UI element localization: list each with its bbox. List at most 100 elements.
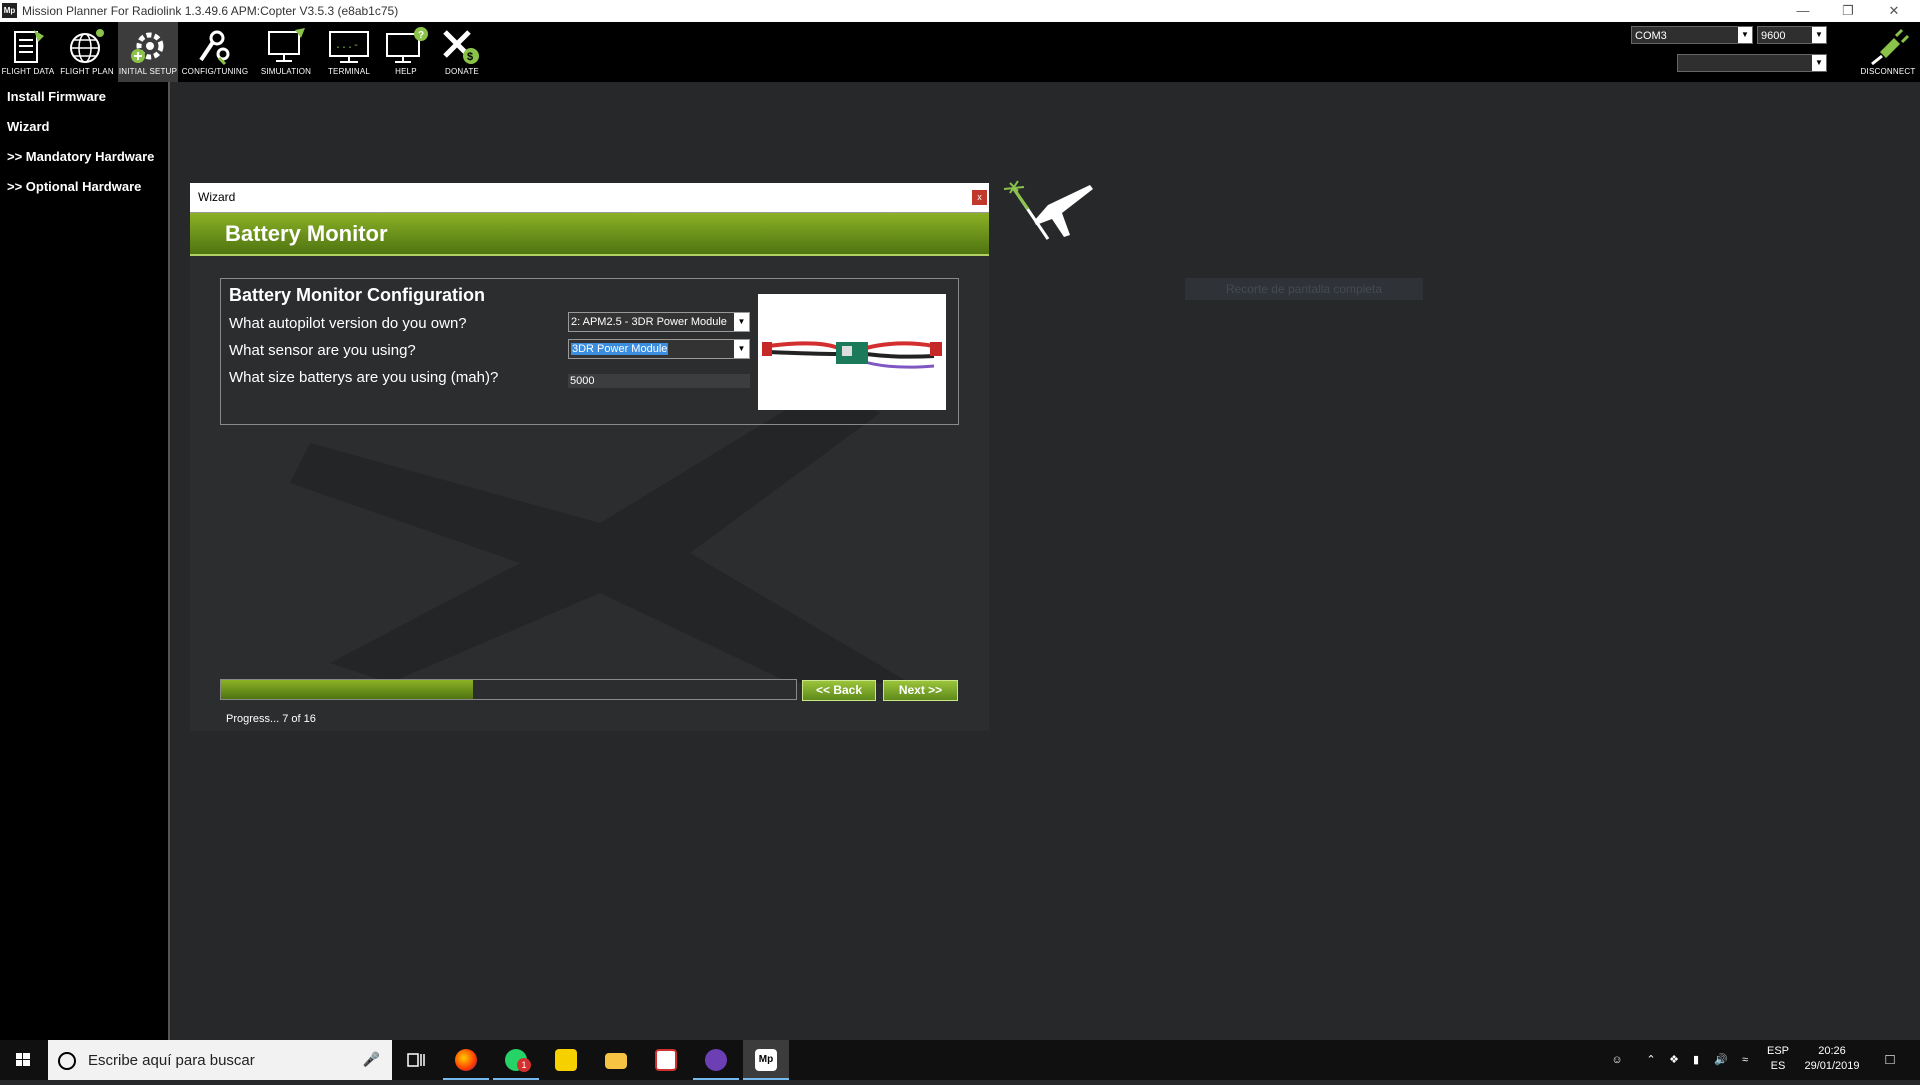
sidebar-item-wizard[interactable]: Wizard bbox=[0, 112, 168, 142]
taskbar-whatsapp[interactable]: 1 bbox=[493, 1040, 539, 1080]
ghost-tooltip: Recorte de pantalla completa bbox=[1185, 278, 1423, 300]
taskbar-search[interactable]: Escribe aquí para buscar 🎤 bbox=[48, 1040, 392, 1080]
taskbar-purple-app[interactable] bbox=[693, 1040, 739, 1080]
power-module-image bbox=[758, 294, 946, 410]
simulation-label: SIMULATION bbox=[260, 67, 312, 76]
minimize-icon[interactable]: — bbox=[1783, 2, 1823, 20]
chevron-down-icon: ▼ bbox=[734, 340, 749, 358]
flight-plan-button[interactable]: FLIGHT PLAN bbox=[58, 22, 116, 82]
start-button[interactable] bbox=[0, 1040, 46, 1080]
volume-icon[interactable]: 🔊 bbox=[1710, 1040, 1732, 1080]
wizard-title-bar: Wizard x bbox=[190, 183, 989, 213]
wizard-window-title: Wizard bbox=[198, 190, 236, 204]
mission-planner-icon: Mp bbox=[755, 1049, 777, 1071]
sidebar-item-optional-hardware[interactable]: >> Optional Hardware bbox=[0, 172, 168, 202]
microphone-icon[interactable]: 🎤 bbox=[363, 1051, 380, 1068]
autopilot-question: What autopilot version do you own? bbox=[229, 315, 467, 332]
setup-sidebar: Install Firmware Wizard >> Mandatory Har… bbox=[0, 82, 170, 1040]
disconnect-label: DISCONNECT bbox=[1860, 67, 1916, 76]
taskbar-sticky-notes[interactable] bbox=[543, 1040, 589, 1080]
progress-fill bbox=[221, 680, 473, 699]
initial-setup-label: INITIAL SETUP bbox=[118, 67, 178, 76]
autopilot-select[interactable]: 2: APM2.5 - 3DR Power Module ▼ bbox=[568, 312, 750, 332]
main-toolbar: FLIGHT DATA FLIGHT PLAN INITIAL SETUP CO… bbox=[0, 22, 1920, 82]
keyboard-layout: ES bbox=[1770, 1060, 1786, 1072]
wizard-header: Battery Monitor bbox=[190, 213, 989, 256]
taskbar-mission-planner[interactable]: Mp bbox=[743, 1040, 789, 1080]
capacity-question: What size batterys are you using (mah)? bbox=[229, 369, 499, 386]
pdf-icon bbox=[655, 1049, 677, 1071]
sensor-question: What sensor are you using? bbox=[229, 342, 416, 359]
sidebar-item-install-firmware[interactable]: Install Firmware bbox=[0, 82, 168, 112]
action-center-icon[interactable]: □ bbox=[1870, 1040, 1910, 1080]
taskbar-file-explorer[interactable] bbox=[593, 1040, 639, 1080]
svg-text:?: ? bbox=[418, 30, 424, 41]
flight-data-icon bbox=[14, 30, 44, 63]
app-logo-icon: Mp bbox=[2, 3, 17, 18]
capacity-input[interactable]: 5000 bbox=[568, 374, 750, 388]
flight-data-button[interactable]: FLIGHT DATA bbox=[0, 22, 56, 82]
config-tuning-label: CONFIG/TUNING bbox=[181, 67, 249, 76]
flight-data-label: FLIGHT DATA bbox=[1, 67, 55, 76]
wizard-close-button[interactable]: x bbox=[972, 190, 987, 205]
clock[interactable]: 20:26 29/01/2019 bbox=[1800, 1040, 1864, 1080]
wizard-plane-logo bbox=[1000, 175, 1096, 252]
wifi-icon[interactable]: ≈ bbox=[1734, 1040, 1756, 1080]
terminal-button[interactable]: ...- TERMINAL bbox=[322, 22, 376, 82]
help-icon: ? bbox=[386, 27, 428, 63]
chevron-up-icon[interactable]: ⌃ bbox=[1640, 1040, 1662, 1080]
svg-text:$: $ bbox=[467, 51, 473, 63]
initial-setup-icon bbox=[131, 32, 164, 63]
donate-button[interactable]: $ DONATE bbox=[436, 22, 488, 82]
initial-setup-button[interactable]: INITIAL SETUP bbox=[118, 22, 178, 82]
purple-app-icon bbox=[705, 1049, 727, 1071]
taskbar-pdf[interactable] bbox=[643, 1040, 689, 1080]
window-title: Mission Planner For Radiolink 1.3.49.6 A… bbox=[22, 4, 399, 18]
notification-badge: 1 bbox=[517, 1058, 531, 1072]
sensor-value: 3DR Power Module bbox=[571, 343, 669, 355]
wizard-progress-bar bbox=[220, 679, 797, 700]
progress-text: Progress... 7 of 16 bbox=[226, 713, 316, 725]
plane-watermark-icon bbox=[290, 383, 910, 683]
people-icon[interactable]: ☺ bbox=[1605, 1040, 1629, 1080]
task-view-button[interactable] bbox=[393, 1040, 439, 1080]
donate-icon: $ bbox=[443, 30, 479, 64]
simulation-button[interactable]: SIMULATION bbox=[254, 22, 318, 82]
windows-logo-icon bbox=[16, 1053, 30, 1066]
plane-wand-icon bbox=[1003, 180, 1093, 240]
sticky-notes-icon bbox=[555, 1049, 577, 1071]
battery-icon[interactable]: ▮ bbox=[1686, 1040, 1706, 1080]
config-tuning-button[interactable]: CONFIG/TUNING bbox=[180, 22, 250, 82]
autopilot-value: 2: APM2.5 - 3DR Power Module bbox=[571, 316, 727, 328]
port-select[interactable]: COM3 ▼ bbox=[1631, 26, 1753, 44]
plug-icon bbox=[1871, 28, 1910, 66]
clock-time: 20:26 bbox=[1818, 1045, 1846, 1057]
terminal-label: TERMINAL bbox=[327, 67, 371, 76]
taskbar-firefox[interactable] bbox=[443, 1040, 489, 1080]
link-select[interactable]: ▼ bbox=[1677, 54, 1827, 72]
close-icon[interactable]: ✕ bbox=[1874, 2, 1914, 20]
simulation-icon bbox=[268, 28, 305, 62]
chevron-down-icon: ▼ bbox=[1812, 27, 1826, 43]
language-code: ESP bbox=[1766, 1045, 1789, 1057]
next-button[interactable]: Next >> bbox=[883, 680, 958, 701]
chevron-down-icon: ▼ bbox=[1812, 55, 1826, 71]
help-button[interactable]: ? HELP bbox=[380, 22, 432, 82]
sidebar-item-mandatory-hardware[interactable]: >> Mandatory Hardware bbox=[0, 142, 168, 172]
windows-taskbar: Escribe aquí para buscar 🎤 1 Mp ☺ ⌃ ❖ ▮ … bbox=[0, 1040, 1920, 1080]
task-view-icon bbox=[407, 1053, 425, 1067]
baud-select[interactable]: 9600 ▼ bbox=[1757, 26, 1827, 44]
config-tuning-icon bbox=[199, 30, 230, 66]
window-title-bar: Mp Mission Planner For Radiolink 1.3.49.… bbox=[0, 0, 1920, 22]
sensor-select[interactable]: 3DR Power Module ▼ bbox=[568, 339, 750, 359]
back-button[interactable]: << Back bbox=[802, 680, 876, 701]
help-label: HELP bbox=[395, 67, 417, 76]
disconnect-button[interactable]: DISCONNECT bbox=[1858, 22, 1918, 82]
file-explorer-icon bbox=[605, 1053, 627, 1069]
search-placeholder: Escribe aquí para buscar bbox=[88, 1052, 255, 1069]
cortana-icon bbox=[58, 1052, 76, 1070]
wizard-page-title: Battery Monitor bbox=[225, 221, 388, 246]
restore-icon[interactable]: ❐ bbox=[1828, 2, 1868, 20]
dropbox-icon[interactable]: ❖ bbox=[1664, 1040, 1684, 1080]
language-indicator[interactable]: ESP ES bbox=[1758, 1040, 1798, 1080]
